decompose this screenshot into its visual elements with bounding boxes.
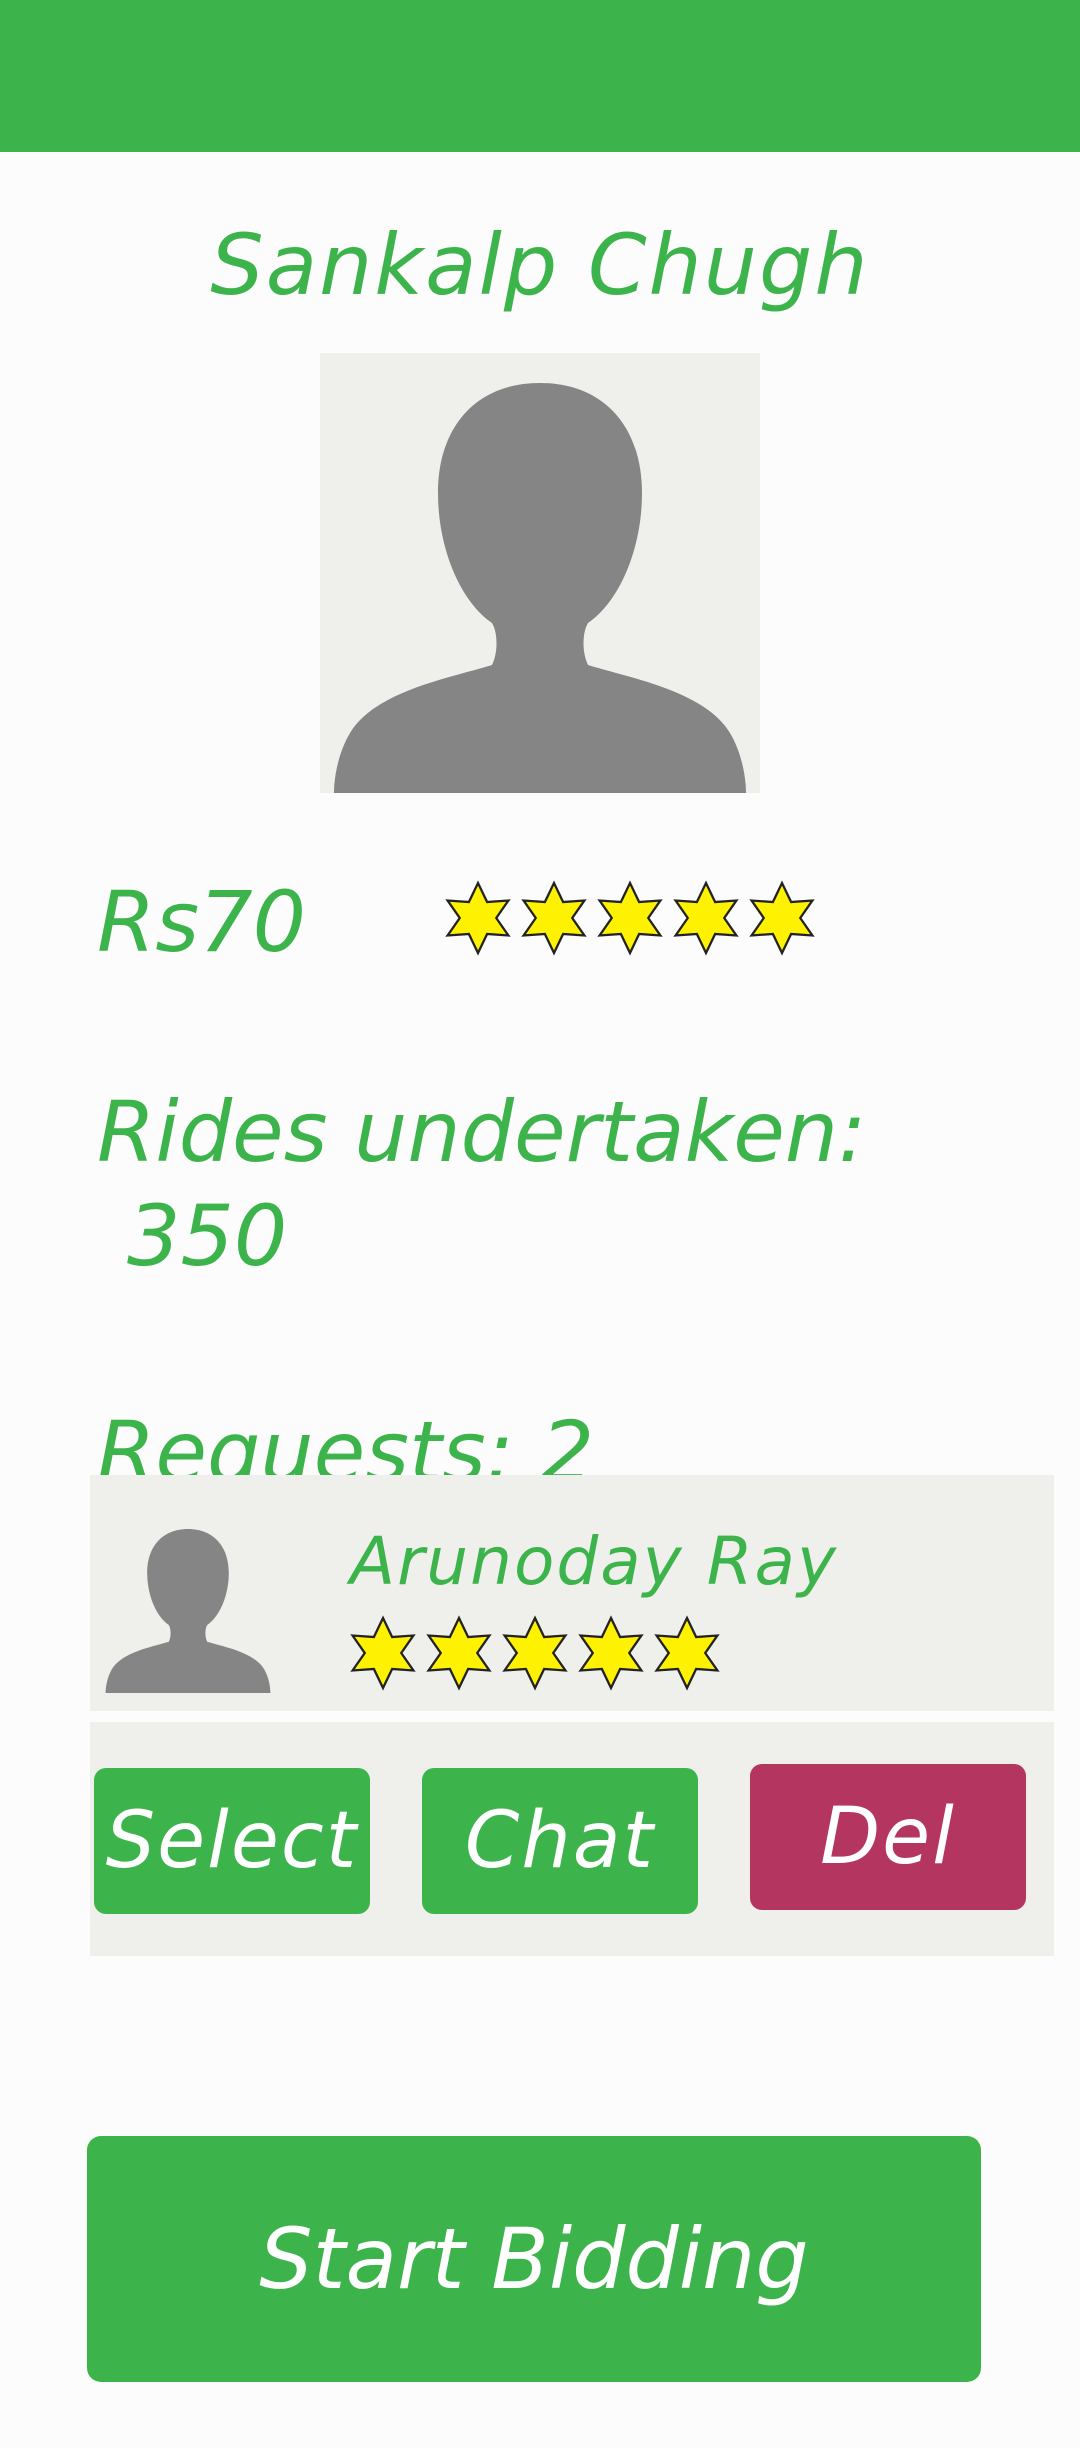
select-button[interactable]: Select <box>94 1768 370 1914</box>
ride-price: Rs70 <box>97 873 307 971</box>
start-bidding-label: Start Bidding <box>259 2210 809 2308</box>
requester-name: Arunoday Ray <box>350 1523 839 1600</box>
profile-avatar <box>320 353 760 793</box>
request-actions: Select Chat Del <box>90 1722 1054 1956</box>
star-icon <box>654 1615 720 1691</box>
top-app-bar <box>0 0 1080 152</box>
star-icon <box>445 880 511 956</box>
profile-name: Sankalp Chugh <box>210 216 870 314</box>
star-icon <box>521 880 587 956</box>
start-bidding-button[interactable]: Start Bidding <box>87 2136 981 2382</box>
chat-button[interactable]: Chat <box>422 1768 698 1914</box>
requester-avatar <box>100 1517 276 1693</box>
star-icon <box>597 880 663 956</box>
star-icon <box>578 1615 644 1691</box>
rides-undertaken: Rides undertaken: 350 <box>97 1080 866 1288</box>
delete-button[interactable]: Del <box>750 1764 1026 1910</box>
star-icon <box>749 880 815 956</box>
star-icon <box>350 1615 416 1691</box>
user-silhouette-icon <box>320 353 760 793</box>
driver-rating <box>440 880 820 956</box>
rides-count: 350 <box>127 1187 288 1285</box>
requester-rating <box>345 1615 725 1691</box>
star-icon <box>673 880 739 956</box>
star-icon <box>502 1615 568 1691</box>
rides-label: Rides undertaken: <box>97 1083 867 1181</box>
request-card[interactable]: Arunoday Ray <box>90 1475 1054 1711</box>
user-silhouette-icon <box>105 1529 271 1693</box>
star-icon <box>426 1615 492 1691</box>
